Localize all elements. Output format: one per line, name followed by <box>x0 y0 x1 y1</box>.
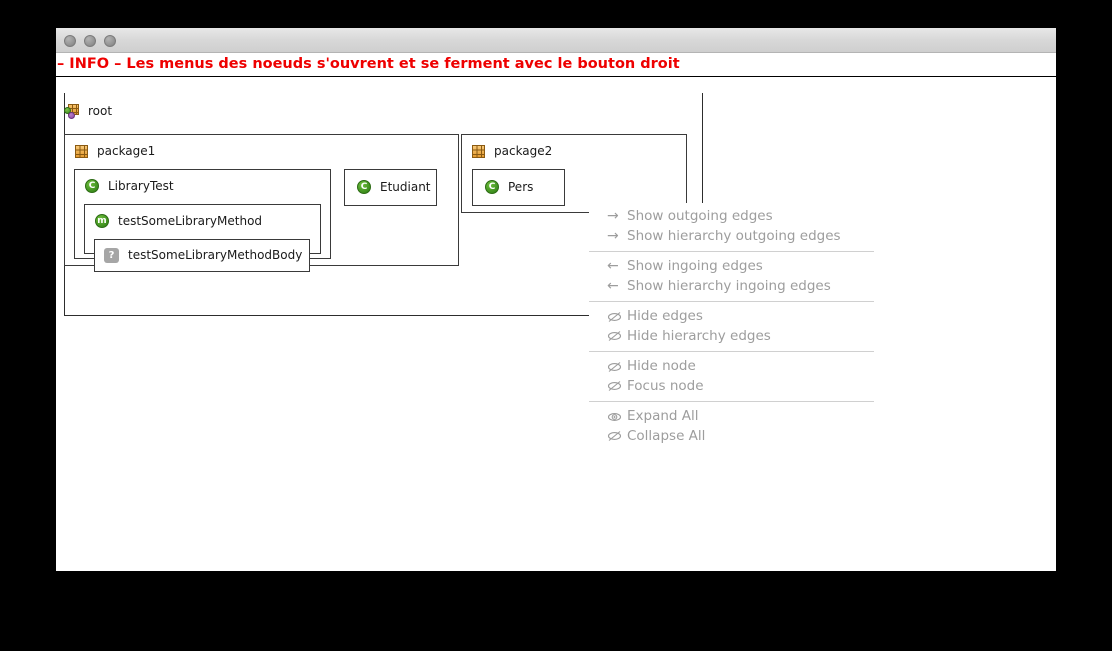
window-titlebar[interactable] <box>56 28 1056 53</box>
eye-slash-icon <box>607 380 627 392</box>
graph-node-librarytest-header: C LibraryTest <box>85 178 174 194</box>
graph-node-testsomelibrarymethod-label: testSomeLibraryMethod <box>118 214 263 228</box>
arrow-right-icon: → <box>607 208 619 224</box>
menu-item-label: Show hierarchy ingoing edges <box>627 277 831 294</box>
menu-separator <box>589 351 874 352</box>
graph-node-testsomelibrarymethodbody[interactable]: ? testSomeLibraryMethodBody <box>94 239 310 272</box>
menu-separator <box>589 251 874 252</box>
window-maximize-button[interactable] <box>104 35 116 47</box>
node-context-menu[interactable]: → Show outgoing edges → Show hierarchy outg… <box>589 203 874 451</box>
class-icon: C <box>485 180 499 194</box>
menu-item-label: Collapse All <box>627 427 706 444</box>
menu-item-label: Expand All <box>627 408 699 424</box>
menu-item-label: Hide node <box>627 358 696 374</box>
graph-node-testsomelibrarymethodbody-header: ? testSomeLibraryMethodBody <box>104 247 302 263</box>
eye-slash-icon <box>607 311 627 323</box>
graph-node-etudiant-header: C Etudiant <box>357 179 431 195</box>
menu-item-collapse-all: Collapse All <box>589 427 874 447</box>
graph-node-testsomelibrarymethodbody-label: testSomeLibraryMethodBody <box>128 248 303 262</box>
package-root-icon <box>64 103 79 119</box>
graph-canvas[interactable]: root package1 package2 C LibraryTest C E… <box>56 76 1056 571</box>
application-window: – INFO – Les menus des noeuds s'ouvrent … <box>56 28 1056 571</box>
menu-item-label: Show ingoing edges <box>627 258 763 274</box>
eye-slash-icon <box>607 361 627 373</box>
graph-node-personne-label: Pers <box>508 180 534 194</box>
graph-node-package2-header: package2 <box>472 143 552 159</box>
class-icon: C <box>357 180 371 194</box>
menu-item-show-ingoing-edges: ← Show ingoing edges <box>589 257 874 277</box>
menu-item-label: Show hierarchy outgoing edges <box>627 227 841 244</box>
method-icon: m <box>95 214 109 228</box>
menu-separator <box>589 401 874 402</box>
menu-item-label: Show outgoing edges <box>627 208 773 224</box>
window-minimize-button[interactable] <box>84 35 96 47</box>
arrow-right-icon: → <box>607 227 619 244</box>
menu-item-show-hierarchy-outgoing-edges: → Show hierarchy outgoing edges <box>589 227 874 247</box>
graph-node-root-header[interactable]: root <box>64 103 112 119</box>
menu-item-label: Hide hierarchy edges <box>627 327 771 344</box>
menu-item-focus-node: Focus node <box>589 377 874 397</box>
menu-item-hide-hierarchy-edges: Hide hierarchy edges <box>589 327 874 347</box>
package-icon <box>472 144 485 158</box>
graph-node-package2-label: package2 <box>494 144 553 158</box>
info-message: – INFO – Les menus des noeuds s'ouvrent … <box>57 56 680 72</box>
graph-node-etudiant-label: Etudiant <box>380 180 431 194</box>
menu-item-hide-edges: Hide edges <box>589 307 874 327</box>
eye-slash-icon <box>607 330 627 342</box>
menu-item-show-hierarchy-ingoing-edges: ← Show hierarchy ingoing edges <box>589 277 874 297</box>
graph-node-personne-header: C Pers <box>485 179 533 195</box>
menu-item-hide-node: Hide node <box>589 357 874 377</box>
menu-separator <box>589 301 874 302</box>
arrow-left-icon: ← <box>607 258 619 274</box>
graph-node-personne[interactable]: C Pers <box>472 169 565 206</box>
graph-node-package1-label: package1 <box>97 144 156 158</box>
package-icon <box>75 144 88 158</box>
window-close-button[interactable] <box>64 35 76 47</box>
menu-item-label: Hide edges <box>627 308 703 324</box>
menu-item-show-outgoing-edges: → Show outgoing edges <box>589 207 874 227</box>
graph-node-root-label: root <box>88 104 113 118</box>
graph-node-testsomelibrarymethod-header: m testSomeLibraryMethod <box>95 213 262 229</box>
menu-item-expand-all: Expand All <box>589 407 874 427</box>
graph-node-librarytest-label: LibraryTest <box>108 179 174 193</box>
graph-node-etudiant[interactable]: C Etudiant <box>344 169 437 206</box>
unknown-icon: ? <box>104 247 119 263</box>
eye-icon <box>607 411 627 423</box>
menu-item-label: Focus node <box>627 377 704 394</box>
eye-slash-icon <box>607 430 627 442</box>
arrow-left-icon: ← <box>607 277 619 294</box>
class-icon: C <box>85 179 99 193</box>
graph-node-package1-header: package1 <box>75 143 155 159</box>
